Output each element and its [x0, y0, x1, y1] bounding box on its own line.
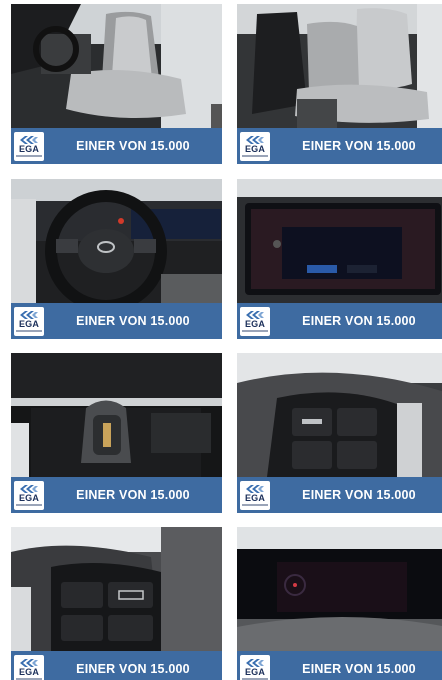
- gallery-item[interactable]: EGA EINER VON 15.000: [11, 4, 222, 164]
- banner-tagline: EINER VON 15.000: [76, 662, 190, 676]
- dealer-banner: EGA EINER VON 15.000: [11, 303, 222, 339]
- photo-wheel-buttons-left[interactable]: [11, 527, 222, 651]
- photo-front-seats[interactable]: [11, 4, 222, 128]
- ega-logo-text: EGA: [18, 667, 40, 677]
- dealer-banner: EGA EINER VON 15.000: [11, 477, 222, 513]
- ega-logo-text: EGA: [18, 144, 40, 154]
- dealer-banner: EGA EINER VON 15.000: [11, 128, 222, 164]
- ega-logo-subline: [242, 155, 268, 157]
- banner-tagline: EINER VON 15.000: [302, 139, 416, 153]
- banner-tagline: EINER VON 15.000: [302, 314, 416, 328]
- ega-logo: EGA: [240, 655, 270, 680]
- gallery-item[interactable]: EGA EINER VON 15.000: [11, 527, 222, 680]
- banner-tagline: EINER VON 15.000: [76, 488, 190, 502]
- ega-logo-text: EGA: [244, 319, 266, 329]
- ega-logo: EGA: [14, 307, 44, 336]
- dealer-banner: EGA EINER VON 15.000: [11, 651, 222, 680]
- gallery-item[interactable]: EGA EINER VON 15.000: [11, 179, 222, 339]
- ega-chevron-icon: [246, 485, 264, 493]
- ega-logo: EGA: [240, 132, 270, 161]
- ega-logo-text: EGA: [18, 319, 40, 329]
- banner-tagline: EINER VON 15.000: [76, 139, 190, 153]
- photo-infotainment-screen[interactable]: [237, 179, 442, 303]
- gallery-item[interactable]: EGA EINER VON 15.000: [237, 4, 442, 164]
- banner-tagline: EINER VON 15.000: [302, 662, 416, 676]
- ega-chevron-icon: [20, 485, 38, 493]
- photo-steering-wheel[interactable]: [11, 179, 222, 303]
- banner-tagline: EINER VON 15.000: [76, 314, 190, 328]
- banner-tagline: EINER VON 15.000: [302, 488, 416, 502]
- gallery-item[interactable]: EGA EINER VON 15.000: [237, 527, 442, 680]
- ega-logo: EGA: [14, 132, 44, 161]
- ega-logo-text: EGA: [18, 493, 40, 503]
- ega-logo-text: EGA: [244, 144, 266, 154]
- ega-logo-subline: [16, 504, 42, 506]
- ega-logo: EGA: [14, 655, 44, 680]
- gallery-item[interactable]: EGA EINER VON 15.000: [11, 353, 222, 513]
- ega-chevron-icon: [246, 136, 264, 144]
- ega-chevron-icon: [20, 659, 38, 667]
- dealer-banner: EGA EINER VON 15.000: [237, 128, 442, 164]
- gallery-item[interactable]: EGA EINER VON 15.000: [237, 179, 442, 339]
- dealer-banner: EGA EINER VON 15.000: [237, 303, 442, 339]
- photo-gear-selector[interactable]: [11, 353, 222, 477]
- ega-logo-subline: [16, 155, 42, 157]
- ega-logo: EGA: [240, 481, 270, 510]
- gallery-item[interactable]: EGA EINER VON 15.000: [237, 353, 442, 513]
- ega-chevron-icon: [246, 659, 264, 667]
- ega-logo-subline: [16, 330, 42, 332]
- ega-logo-subline: [242, 330, 268, 332]
- ega-logo-subline: [242, 504, 268, 506]
- ega-chevron-icon: [20, 311, 38, 319]
- ega-logo-text: EGA: [244, 667, 266, 677]
- ega-logo: EGA: [240, 307, 270, 336]
- ega-logo-text: EGA: [244, 493, 266, 503]
- photo-instrument-cluster[interactable]: [237, 527, 442, 651]
- photo-rear-seats[interactable]: [237, 4, 442, 128]
- ega-chevron-icon: [246, 311, 264, 319]
- photo-wheel-buttons-right[interactable]: [237, 353, 442, 477]
- dealer-banner: EGA EINER VON 15.000: [237, 477, 442, 513]
- dealer-banner: EGA EINER VON 15.000: [237, 651, 442, 680]
- ega-chevron-icon: [20, 136, 38, 144]
- ega-logo: EGA: [14, 481, 44, 510]
